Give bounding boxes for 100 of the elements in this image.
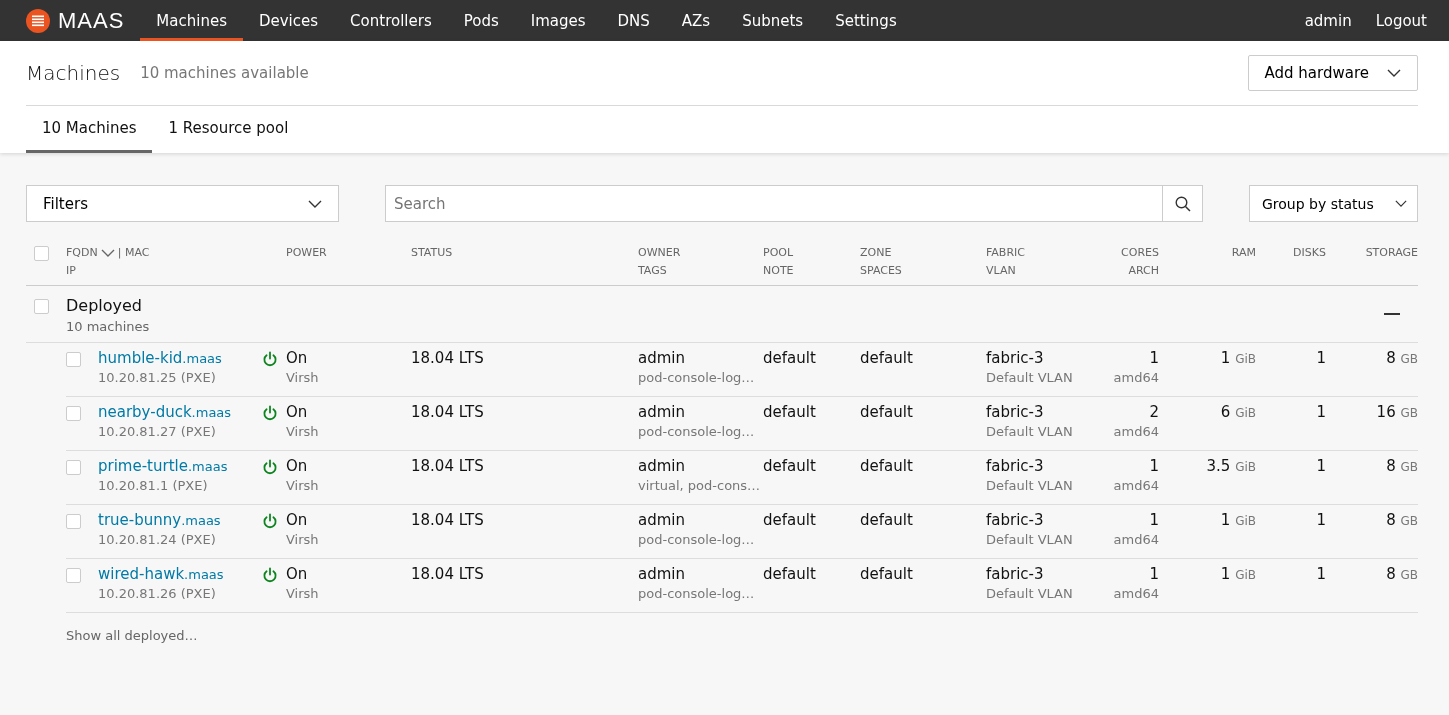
power-type: Virsh (286, 586, 319, 601)
fabric-text: fabric-3 (986, 457, 1045, 475)
fabric-text: fabric-3 (986, 349, 1045, 367)
fabric-text: fabric-3 (986, 565, 1045, 583)
nav-link[interactable]: Controllers (334, 0, 448, 41)
storage-size: 8 GB (1386, 457, 1418, 475)
column-header: FABRIC (986, 246, 1025, 259)
nav-link[interactable]: DNS (601, 0, 666, 41)
disks-count: 1 (1316, 511, 1326, 529)
owner-text: admin (638, 349, 686, 367)
architecture-text: amd64 (1113, 532, 1159, 547)
zone-text: default (860, 349, 914, 367)
column-header: IP (66, 264, 77, 277)
storage-size: 8 GB (1386, 565, 1418, 583)
power-state: On (286, 349, 309, 367)
column-header: STORAGE (1365, 246, 1418, 259)
cores-count: 1 (1149, 511, 1159, 529)
ip-address: 10.20.81.25 (PXE) (98, 370, 217, 385)
architecture-text: amd64 (1113, 370, 1159, 385)
column-header: STATUS (411, 246, 453, 259)
column-header: SPACES (860, 264, 903, 277)
tab[interactable]: 10 Machines (26, 106, 153, 153)
disks-count: 1 (1316, 565, 1326, 583)
disks-count: 1 (1316, 403, 1326, 421)
nav-link[interactable]: Logout (1363, 0, 1439, 41)
group-checkbox[interactable] (34, 299, 49, 314)
zone-text: default (860, 565, 914, 583)
storage-size: 8 GB (1386, 349, 1418, 367)
cores-count: 1 (1149, 565, 1159, 583)
disks-count: 1 (1316, 457, 1326, 475)
ip-address: 10.20.81.24 (PXE) (98, 532, 217, 547)
tags-text: pod-console-log… (638, 586, 756, 601)
column-header: CORES (1121, 246, 1159, 259)
row-checkbox[interactable] (66, 514, 81, 529)
power-type: Virsh (286, 370, 319, 385)
cores-count: 1 (1149, 457, 1159, 475)
group-label: Deployed (66, 296, 144, 315)
nav-link[interactable]: Images (514, 0, 602, 41)
power-state: On (286, 457, 309, 475)
status-text: 18.04 LTS (411, 349, 485, 367)
owner-text: admin (638, 565, 686, 583)
search-button[interactable] (1163, 185, 1203, 222)
column-header: DISKS (1293, 246, 1326, 259)
nav-link[interactable]: admin (1292, 0, 1364, 41)
storage-size: 8 GB (1386, 511, 1418, 529)
machine-link[interactable]: wired-hawk.maas (98, 565, 262, 583)
tags-text: pod-console-log… (638, 424, 756, 439)
architecture-text: amd64 (1113, 586, 1159, 601)
filters-dropdown[interactable]: Filters (26, 185, 339, 222)
ram-size: 6 GiB (1220, 403, 1256, 421)
ram-size: 3.5 GiB (1206, 457, 1256, 475)
power-state: On (286, 565, 309, 583)
tab[interactable]: 1 Resource pool (152, 106, 305, 153)
fabric-text: fabric-3 (986, 511, 1045, 529)
chevron-down-icon (308, 199, 322, 208)
row-checkbox[interactable] (66, 406, 81, 421)
ip-address: 10.20.81.27 (PXE) (98, 424, 217, 439)
status-text: 18.04 LTS (411, 565, 485, 583)
row-checkbox[interactable] (66, 460, 81, 475)
select-all-checkbox[interactable] (34, 246, 49, 261)
machine-link[interactable]: humble-kid.maas (98, 349, 262, 367)
ram-size: 1 GiB (1220, 349, 1256, 367)
owner-text: admin (638, 511, 686, 529)
machine-link[interactable]: nearby-duck.maas (98, 403, 262, 421)
search-field[interactable]: Search (385, 185, 1163, 222)
machine-link[interactable]: prime-turtle.maas (98, 457, 262, 475)
nav-link[interactable]: Pods (447, 0, 515, 41)
storage-size: 16 GB (1376, 403, 1418, 421)
pool-text: default (763, 349, 817, 367)
architecture-text: amd64 (1113, 478, 1159, 493)
machine-link[interactable]: true-bunny.maas (98, 511, 262, 529)
logo-icon[interactable] (26, 8, 50, 33)
nav-link[interactable]: Devices (242, 0, 335, 41)
tags-text: pod-console-log… (638, 532, 756, 547)
architecture-text: amd64 (1113, 424, 1159, 439)
nav-link[interactable]: AZs (665, 0, 727, 41)
column-header: OWNER (638, 246, 681, 259)
status-text: 18.04 LTS (411, 457, 485, 475)
row-checkbox[interactable] (66, 352, 81, 367)
column-header[interactable]: FQDN (66, 246, 98, 259)
column-header: ARCH (1128, 264, 1159, 277)
show-all-link[interactable]: Show all deployed… (66, 628, 198, 643)
nav-link[interactable]: Subnets (726, 0, 820, 41)
add-hardware-button[interactable]: Add hardware (1247, 55, 1418, 91)
ip-address: 10.20.81.26 (PXE) (98, 586, 217, 601)
column-header: POWER (286, 246, 327, 259)
zone-text: default (860, 403, 914, 421)
power-state: On (286, 511, 309, 529)
column-header[interactable]: | MAC (117, 246, 150, 259)
group-by-dropdown[interactable]: Group by status (1249, 185, 1418, 222)
power-state: On (286, 403, 309, 421)
pool-text: default (763, 565, 817, 583)
row-checkbox[interactable] (66, 568, 81, 583)
sort-chevron-icon[interactable] (100, 248, 115, 257)
owner-text: admin (638, 403, 686, 421)
vlan-text: Default VLAN (986, 586, 1074, 601)
owner-text: admin (638, 457, 686, 475)
pool-text: default (763, 403, 817, 421)
brand-name[interactable]: MAAS (58, 7, 125, 34)
nav-link[interactable]: Settings (819, 0, 913, 41)
